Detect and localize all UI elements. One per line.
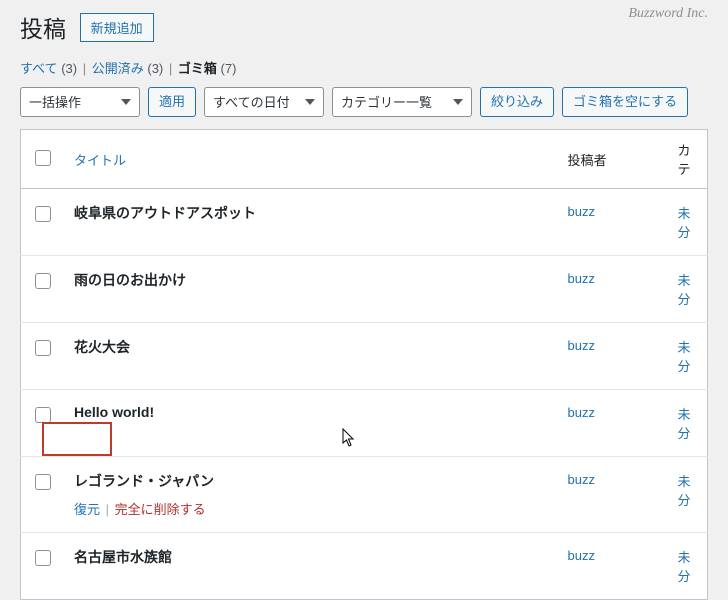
- row-checkbox[interactable]: [35, 474, 51, 490]
- post-title[interactable]: 花火大会: [74, 339, 130, 355]
- author-link[interactable]: buzz: [568, 338, 595, 353]
- table-row: Hello world! buzz 未分: [21, 390, 708, 457]
- row-checkbox[interactable]: [35, 340, 51, 356]
- post-title[interactable]: 岐阜県のアウトドアスポット: [74, 205, 256, 221]
- author-link[interactable]: buzz: [568, 472, 595, 487]
- table-row: レゴランド・ジャパン復元 | 完全に削除するbuzz未分: [21, 457, 708, 533]
- col-author-header[interactable]: 投稿者: [558, 130, 668, 189]
- status-filter-bar: すべて (3) | 公開済み (3) | ゴミ箱 (7): [20, 58, 708, 77]
- add-new-button[interactable]: 新規追加: [80, 13, 154, 42]
- row-action-sep: |: [102, 502, 113, 517]
- row-checkbox[interactable]: [35, 407, 51, 423]
- delete-permanently-link[interactable]: 完全に削除する: [115, 502, 206, 517]
- restore-link[interactable]: 復元: [74, 502, 100, 517]
- row-checkbox[interactable]: [35, 206, 51, 222]
- col-title-header[interactable]: タイトル: [64, 130, 558, 189]
- table-row: 雨の日のお出かけ buzz 未分: [21, 256, 708, 323]
- filter-published-count: (3): [147, 61, 163, 76]
- filter-trash-count: (7): [221, 61, 237, 76]
- branding-text: Buzzword Inc.: [628, 6, 708, 22]
- author-link[interactable]: buzz: [568, 271, 595, 286]
- filter-sep: |: [169, 61, 172, 76]
- filter-sep: |: [83, 61, 86, 76]
- post-title[interactable]: 名古屋市水族館: [74, 549, 172, 565]
- empty-trash-button[interactable]: ゴミ箱を空にする: [562, 87, 688, 117]
- post-title[interactable]: 雨の日のお出かけ: [74, 272, 186, 288]
- filter-published-link[interactable]: 公開済み: [92, 61, 144, 76]
- posts-table: タイトル 投稿者 カテ 岐阜県のアウトドアスポットbuzz未分雨の日のお出かけb…: [20, 129, 708, 600]
- post-title[interactable]: レゴランド・ジャパン: [74, 473, 214, 489]
- row-checkbox[interactable]: [35, 550, 51, 566]
- row-actions: 復元 | 完全に削除する: [74, 499, 548, 518]
- col-category-header[interactable]: カテ: [668, 130, 708, 189]
- author-link[interactable]: buzz: [568, 548, 595, 563]
- table-row: 花火大会 buzz 未分: [21, 323, 708, 390]
- table-row: 岐阜県のアウトドアスポット buzz 未分: [21, 189, 708, 256]
- author-link[interactable]: buzz: [568, 204, 595, 219]
- bulk-action-select[interactable]: 一括操作: [20, 87, 140, 117]
- page-title: 投稿: [20, 10, 66, 44]
- filter-button[interactable]: 絞り込み: [480, 87, 554, 117]
- category-link[interactable]: 未分: [678, 206, 691, 240]
- filter-all-link[interactable]: すべて: [20, 61, 58, 76]
- post-title[interactable]: Hello world!: [74, 404, 154, 420]
- category-link[interactable]: 未分: [678, 550, 691, 584]
- table-row: 名古屋市水族館 buzz 未分: [21, 533, 708, 600]
- select-all-checkbox[interactable]: [35, 150, 51, 166]
- row-checkbox[interactable]: [35, 273, 51, 289]
- category-link[interactable]: 未分: [678, 340, 691, 374]
- filter-trash-current[interactable]: ゴミ箱: [178, 61, 217, 76]
- category-link[interactable]: 未分: [678, 407, 691, 441]
- author-link[interactable]: buzz: [568, 405, 595, 420]
- category-link[interactable]: 未分: [678, 474, 691, 508]
- filter-all-count: (3): [61, 61, 77, 76]
- category-filter-select[interactable]: カテゴリー一覧: [332, 87, 472, 117]
- date-filter-select[interactable]: すべての日付: [204, 87, 324, 117]
- tablenav-top: 一括操作 適用 すべての日付 カテゴリー一覧 絞り込み ゴミ箱を空にする: [20, 87, 708, 117]
- apply-button[interactable]: 適用: [148, 87, 196, 117]
- category-link[interactable]: 未分: [678, 273, 691, 307]
- col-check: [21, 130, 65, 189]
